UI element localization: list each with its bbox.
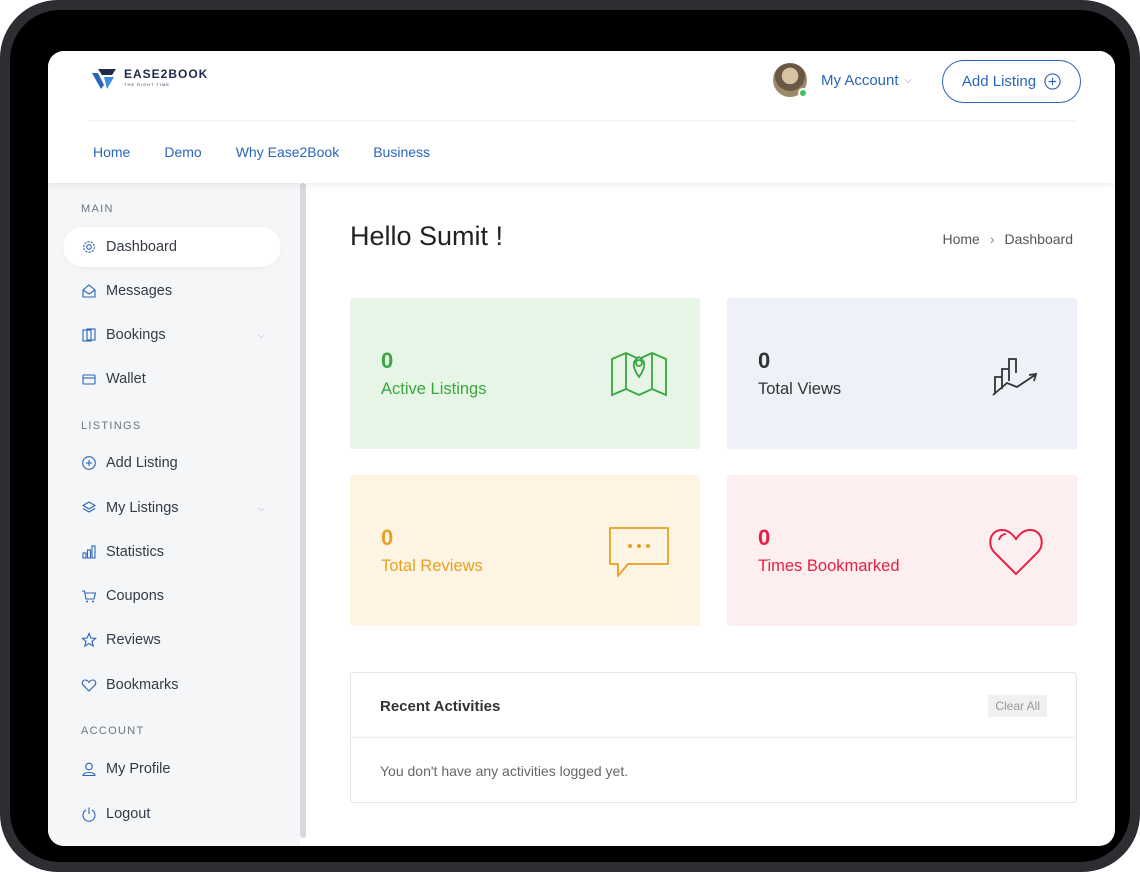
activities-empty-message: You don't have any activities logged yet…: [380, 763, 629, 779]
stat-value: 0: [758, 525, 771, 550]
bar-chart-icon: [81, 544, 97, 560]
breadcrumb-current: Dashboard: [1004, 231, 1074, 247]
brand-tagline: THE RIGHT TIME: [124, 82, 171, 87]
header: EASE2BOOK THE RIGHT TIME My Account ⌵ Ad…: [48, 51, 1115, 183]
sidebar-item-reviews[interactable]: Reviews: [63, 620, 281, 660]
sidebar-item-messages[interactable]: Messages: [63, 271, 281, 311]
nav-business[interactable]: Business: [373, 144, 430, 160]
heart-icon: [81, 677, 97, 693]
plus-circle-icon: [81, 455, 97, 471]
stat-label: Active Listings: [381, 380, 487, 398]
nav-why-ease2book[interactable]: Why Ease2Book: [236, 144, 340, 160]
star-icon: [81, 632, 97, 648]
logo[interactable]: EASE2BOOK THE RIGHT TIME: [90, 65, 208, 89]
chart-growth-icon: [992, 358, 1038, 396]
bookings-icon: [81, 327, 97, 343]
sidebar-item-label: Reviews: [106, 632, 161, 648]
chevron-down-icon[interactable]: ⌵: [905, 75, 913, 86]
sidebar-item-label: Bookmarks: [106, 677, 179, 693]
sidebar-item-label: Statistics: [106, 544, 165, 560]
nav-home[interactable]: Home: [93, 144, 130, 160]
section-label-listings: LISTINGS: [81, 420, 142, 432]
stat-value: 0: [381, 348, 394, 373]
sidebar-item-bookings[interactable]: Bookings ⌵: [63, 315, 281, 355]
account-menu[interactable]: My Account ⌵: [773, 63, 913, 98]
page-title: Hello Sumit !: [350, 221, 504, 251]
cart-icon: [81, 588, 97, 604]
recent-activities-title: Recent Activities: [380, 698, 501, 715]
chevron-down-icon[interactable]: ⌵: [258, 503, 265, 514]
stat-label: Total Views: [758, 380, 842, 398]
layers-icon: [81, 500, 97, 516]
plus-circle-icon: [1044, 73, 1061, 90]
heart-icon: [989, 528, 1043, 576]
stat-value: 0: [381, 525, 394, 550]
stat-card-total-reviews: 0 Total Reviews: [350, 475, 700, 626]
sidebar-item-label: Logout: [106, 806, 151, 822]
sidebar-item-wallet[interactable]: Wallet: [63, 359, 281, 399]
breadcrumb-separator-icon: ›: [989, 231, 995, 247]
clear-all-button[interactable]: Clear All: [988, 695, 1047, 717]
main-nav: Home Demo Why Ease2Book Business: [93, 144, 430, 160]
sidebar-item-my-listings[interactable]: My Listings ⌵: [63, 488, 281, 528]
sidebar-item-label: My Profile: [106, 761, 171, 777]
tablet-bezel: EASE2BOOK THE RIGHT TIME My Account ⌵ Ad…: [10, 10, 1130, 862]
brand-name: EASE2BOOK: [124, 67, 209, 81]
stat-label: Times Bookmarked: [758, 557, 900, 575]
stat-card-active-listings: 0 Active Listings: [350, 298, 700, 449]
power-icon: [81, 806, 97, 822]
breadcrumb: Home › Dashboard: [942, 231, 1073, 247]
stat-card-times-bookmarked: 0 Times Bookmarked: [727, 475, 1077, 626]
sidebar-item-coupons[interactable]: Coupons: [63, 576, 281, 616]
sidebar-item-statistics[interactable]: Statistics: [63, 532, 281, 572]
activities-divider: [351, 737, 1076, 738]
sidebar-item-label: My Listings: [106, 500, 179, 516]
sidebar-item-logout[interactable]: Logout: [63, 794, 281, 834]
user-icon: [81, 761, 97, 777]
avatar[interactable]: [773, 63, 808, 98]
online-status-dot: [798, 88, 808, 98]
sidebar-item-label: Coupons: [106, 588, 165, 604]
nav-demo[interactable]: Demo: [164, 144, 201, 160]
account-label[interactable]: My Account: [821, 72, 899, 89]
envelope-icon: [81, 283, 97, 299]
logo-mark-icon: [92, 69, 116, 89]
gear-icon: [81, 239, 97, 255]
stat-label: Total Reviews: [381, 557, 483, 575]
tablet-frame: EASE2BOOK THE RIGHT TIME My Account ⌵ Ad…: [0, 0, 1140, 872]
add-listing-button[interactable]: Add Listing: [942, 60, 1081, 103]
breadcrumb-home[interactable]: Home: [942, 231, 979, 247]
sidebar-item-label: Wallet: [106, 371, 146, 387]
sidebar-scrollbar[interactable]: [300, 183, 306, 838]
sidebar-item-my-profile[interactable]: My Profile: [63, 749, 281, 789]
wallet-icon: [81, 371, 97, 387]
sidebar-item-label: Add Listing: [106, 455, 178, 471]
map-pin-icon: [611, 352, 667, 397]
header-divider: [88, 120, 1075, 121]
recent-activities-panel: Recent Activities Clear All You don't ha…: [350, 672, 1077, 803]
speech-bubble-icon: [609, 527, 669, 577]
sidebar-item-label: Bookings: [106, 327, 166, 343]
sidebar-item-dashboard[interactable]: Dashboard: [63, 227, 281, 267]
sidebar: MAIN Dashboard Messages Bookings ⌵ Walle…: [48, 183, 300, 846]
section-label-main: MAIN: [81, 203, 114, 215]
sidebar-item-label: Messages: [106, 283, 173, 299]
stat-value: 0: [758, 348, 771, 373]
section-label-account: ACCOUNT: [81, 725, 145, 737]
screen: EASE2BOOK THE RIGHT TIME My Account ⌵ Ad…: [48, 51, 1115, 846]
add-listing-label: Add Listing: [961, 73, 1037, 90]
sidebar-item-add-listing[interactable]: Add Listing: [63, 443, 281, 483]
chevron-down-icon[interactable]: ⌵: [258, 330, 265, 341]
sidebar-item-label: Dashboard: [106, 239, 177, 255]
sidebar-item-bookmarks[interactable]: Bookmarks: [63, 665, 281, 705]
stat-card-total-views: 0 Total Views: [727, 298, 1077, 449]
